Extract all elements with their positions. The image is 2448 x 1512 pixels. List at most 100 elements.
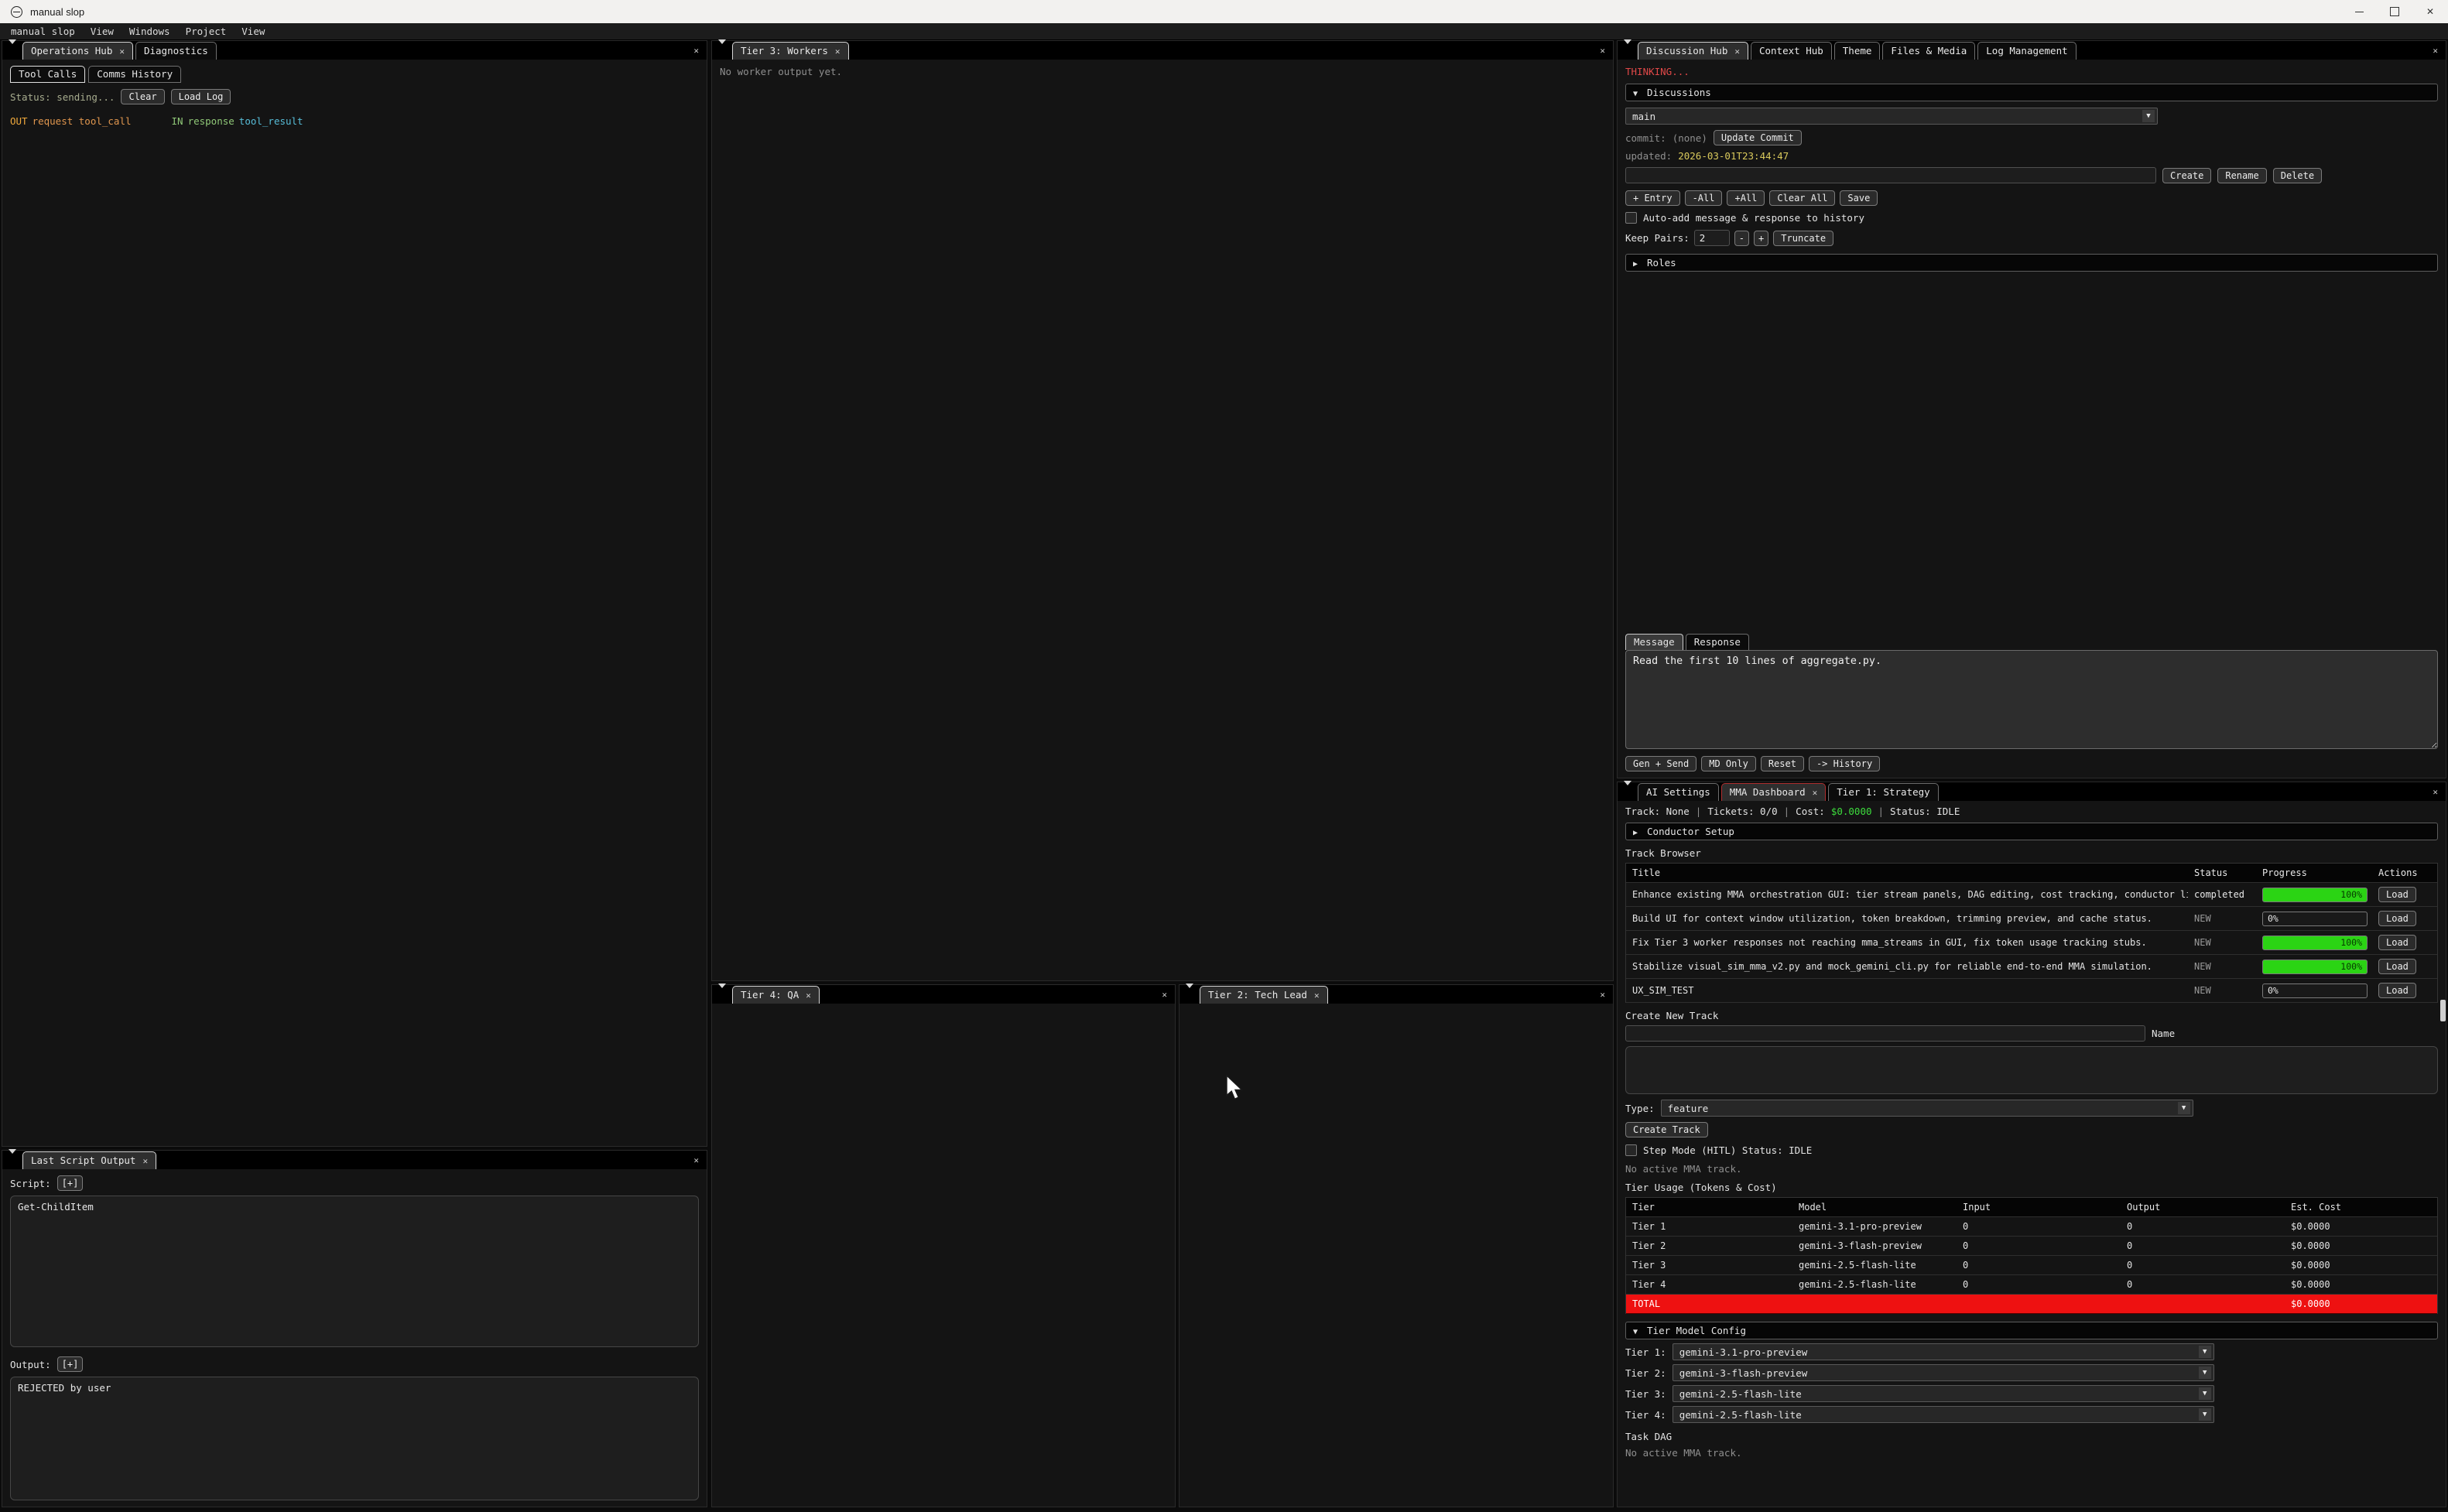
panel-close-icon[interactable] (693, 1154, 699, 1165)
menu-item-manual-slop[interactable]: manual slop (3, 26, 83, 37)
to-history-button[interactable]: -> History (1809, 756, 1880, 771)
table-row[interactable]: Stabilize visual_sim_mma_v2.py and mock_… (1626, 955, 2437, 979)
tab-tier2-tech-lead[interactable]: Tier 2: Tech Lead (1200, 986, 1328, 1004)
tab-theme[interactable]: Theme (1834, 42, 1881, 60)
reset-button[interactable]: Reset (1761, 756, 1804, 771)
panel-close-icon[interactable] (1600, 988, 1605, 1000)
menu-item-windows[interactable]: Windows (122, 26, 178, 37)
panel-close-icon[interactable] (693, 44, 699, 56)
tab-close-icon[interactable] (1734, 45, 1740, 56)
keep-pairs-plus-button[interactable]: + (1754, 231, 1768, 246)
scrollbar-thumb[interactable] (2440, 1000, 2446, 1021)
keep-pairs-input[interactable] (1694, 230, 1730, 246)
output-expand-button[interactable]: [+] (57, 1356, 84, 1372)
track-type-select[interactable]: feature (1661, 1100, 2193, 1117)
tab-close-icon[interactable] (142, 1155, 148, 1166)
discussion-name-input[interactable] (1625, 167, 2156, 183)
minimize-icon[interactable] (2341, 0, 2377, 23)
rename-button[interactable]: Rename (2217, 168, 2266, 183)
tab-ai-settings[interactable]: AI Settings (1638, 783, 1719, 801)
table-row[interactable]: Build UI for context window utilization,… (1626, 907, 2437, 931)
table-row[interactable]: Enhance existing MMA orchestration GUI: … (1626, 883, 2437, 907)
panel-close-icon[interactable] (2433, 785, 2438, 797)
roles-section-header[interactable]: Roles (1625, 254, 2438, 272)
load-button[interactable]: Load (2378, 983, 2416, 998)
track-description-textarea[interactable] (1625, 1046, 2438, 1094)
tab-close-icon[interactable] (835, 45, 841, 56)
dock-menu-icon[interactable] (718, 44, 727, 56)
subtab-tool-calls[interactable]: Tool Calls (10, 66, 85, 83)
load-button[interactable]: Load (2378, 887, 2416, 902)
close-icon[interactable] (2412, 0, 2448, 23)
tab-operations-hub[interactable]: Operations Hub (22, 42, 133, 60)
dock-menu-icon[interactable] (1624, 44, 1632, 56)
collapse-all-button[interactable]: -All (1685, 190, 1723, 206)
tab-diagnostics[interactable]: Diagnostics (135, 42, 217, 60)
tab-tier4-qa[interactable]: Tier 4: QA (732, 986, 820, 1004)
panel-close-icon[interactable] (1162, 988, 1167, 1000)
conductor-setup-header[interactable]: Conductor Setup (1625, 823, 2438, 840)
expand-all-button[interactable]: +All (1727, 190, 1765, 206)
clear-all-button[interactable]: Clear All (1769, 190, 1835, 206)
tab-context-hub[interactable]: Context Hub (1751, 42, 1832, 60)
dock-menu-icon[interactable] (718, 988, 727, 1000)
create-track-button[interactable]: Create Track (1625, 1122, 1708, 1137)
step-mode-checkbox[interactable] (1625, 1144, 1637, 1156)
tab-close-icon[interactable] (1813, 786, 1818, 798)
menu-item-project[interactable]: Project (178, 26, 235, 37)
panel-close-icon[interactable] (2433, 44, 2438, 56)
maximize-icon[interactable] (2377, 0, 2412, 23)
menu-item-view2[interactable]: View (234, 26, 272, 37)
script-expand-button[interactable]: [+] (57, 1175, 84, 1191)
tier4-model-select[interactable]: gemini-2.5-flash-lite (1673, 1406, 2214, 1423)
menu-item-view[interactable]: View (83, 26, 122, 37)
truncate-button[interactable]: Truncate (1773, 231, 1833, 246)
tab-log-management[interactable]: Log Management (1977, 42, 2076, 60)
discussions-section-header[interactable]: Discussions (1625, 84, 2438, 101)
tab-tier1-strategy[interactable]: Tier 1: Strategy (1828, 783, 1938, 801)
tab-mma-dashboard[interactable]: MMA Dashboard (1721, 783, 1826, 801)
update-commit-button[interactable]: Update Commit (1714, 130, 1802, 145)
tier-model-config-header[interactable]: Tier Model Config (1625, 1322, 2438, 1339)
load-button[interactable]: Load (2378, 959, 2416, 974)
create-button[interactable]: Create (2162, 168, 2211, 183)
save-button[interactable]: Save (1840, 190, 1878, 206)
discussion-select[interactable]: main (1625, 108, 2158, 125)
dock-menu-icon[interactable] (9, 44, 17, 56)
md-only-button[interactable]: MD Only (1701, 756, 1756, 771)
tab-tier3-workers[interactable]: Tier 3: Workers (732, 42, 849, 60)
clear-button[interactable]: Clear (121, 89, 164, 104)
subtab-comms-history[interactable]: Comms History (88, 66, 181, 83)
script-textarea[interactable]: Get-ChildItem (10, 1196, 699, 1347)
table-row[interactable]: Fix Tier 3 worker responses not reaching… (1626, 931, 2437, 955)
tier2-model-select[interactable]: gemini-3-flash-preview (1673, 1364, 2214, 1381)
tab-close-icon[interactable] (1314, 989, 1320, 1001)
output-textarea[interactable]: REJECTED by user (10, 1377, 699, 1500)
tab-close-icon[interactable] (806, 989, 811, 1001)
tier-usage-table: Tier Model Input Output Est. Cost Tier 1… (1625, 1197, 2438, 1314)
tab-response[interactable]: Response (1686, 634, 1749, 650)
dock-menu-icon[interactable] (9, 1154, 17, 1165)
tier3-model-select[interactable]: gemini-2.5-flash-lite (1673, 1385, 2214, 1402)
load-button[interactable]: Load (2378, 911, 2416, 926)
dock-menu-icon[interactable] (1186, 988, 1194, 1000)
dock-menu-icon[interactable] (1624, 785, 1632, 797)
gen-send-button[interactable]: Gen + Send (1625, 756, 1696, 771)
load-button[interactable]: Load (2378, 935, 2416, 950)
tab-discussion-hub[interactable]: Discussion Hub (1638, 42, 1748, 60)
tab-close-icon[interactable] (119, 45, 125, 56)
keep-pairs-minus-button[interactable]: - (1734, 231, 1749, 246)
table-row[interactable]: UX_SIM_TEST NEW 0% Load (1626, 979, 2437, 1003)
add-entry-button[interactable]: + Entry (1625, 190, 1680, 206)
message-textarea[interactable]: Read the first 10 lines of aggregate.py. (1625, 650, 2438, 749)
load-log-button[interactable]: Load Log (171, 89, 231, 104)
delete-button[interactable]: Delete (2273, 168, 2322, 183)
track-name-input[interactable] (1625, 1025, 2145, 1042)
tab-message[interactable]: Message (1625, 634, 1683, 650)
tab-files-media[interactable]: Files & Media (1882, 42, 1975, 60)
tab-last-script-output[interactable]: Last Script Output (22, 1151, 156, 1169)
progress-bar: 100% (2262, 960, 2368, 974)
panel-close-icon[interactable] (1600, 44, 1605, 56)
autoadd-checkbox[interactable] (1625, 212, 1637, 224)
tier1-model-select[interactable]: gemini-3.1-pro-preview (1673, 1343, 2214, 1360)
